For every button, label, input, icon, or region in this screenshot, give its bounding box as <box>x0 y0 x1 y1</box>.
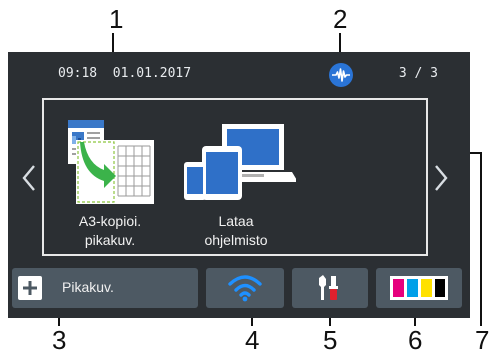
callout-4: 4 <box>245 325 260 355</box>
callout-6: 6 <box>408 325 423 355</box>
plus-icon <box>18 276 42 300</box>
status-bar: 09:18 01.01.2017 3 / 3 <box>8 52 470 92</box>
a3-copy-label-line2: pikakuv. <box>84 232 136 248</box>
page-indicator: 3 / 3 <box>398 66 438 81</box>
wifi-icon <box>228 275 262 302</box>
download-label-line2: ohjelmisto <box>204 232 268 248</box>
leader-line-7-vertical <box>480 152 482 326</box>
pikakuv-label: Pikakuv. <box>62 279 114 295</box>
ink-levels-icon <box>390 276 448 300</box>
scroll-right-arrow-icon[interactable] <box>432 164 450 192</box>
download-label-line1: Lataa <box>218 213 254 229</box>
devices-download-icon <box>184 124 296 200</box>
a3-copy-shortcut-button[interactable]: A3-kopioi. pikakuv. <box>50 108 170 254</box>
callout-1: 1 <box>109 4 124 34</box>
callout-7: 7 <box>475 325 490 355</box>
tools-settings-icon <box>319 275 338 300</box>
a3-copy-shortcut-label: A3-kopioi. pikakuv. <box>50 212 170 250</box>
a3-copy-label-line1: A3-kopioi. <box>78 213 142 229</box>
a3-copy-icon <box>68 120 154 204</box>
date-time: 09:18 01.01.2017 <box>58 66 192 81</box>
callout-5: 5 <box>323 325 338 355</box>
shortcut-panel: A3-kopioi. pikakuv. Lataa ohjelmisto <box>42 98 428 256</box>
wifi-button[interactable] <box>206 268 284 308</box>
touchscreen-display: 09:18 01.01.2017 3 / 3 A3-kopioi. pikaku… <box>8 52 470 318</box>
ink-levels-button[interactable] <box>376 268 462 308</box>
pikakuv-shortcuts-button[interactable]: Pikakuv. <box>12 268 198 308</box>
scroll-left-arrow-icon[interactable] <box>20 164 38 192</box>
download-software-shortcut-button[interactable]: Lataa ohjelmisto <box>176 108 296 254</box>
wireless-signal-icon[interactable] <box>329 63 353 87</box>
callout-3: 3 <box>52 325 67 355</box>
callout-2: 2 <box>333 4 348 34</box>
download-software-shortcut-label: Lataa ohjelmisto <box>176 212 296 250</box>
settings-button[interactable] <box>292 268 368 308</box>
